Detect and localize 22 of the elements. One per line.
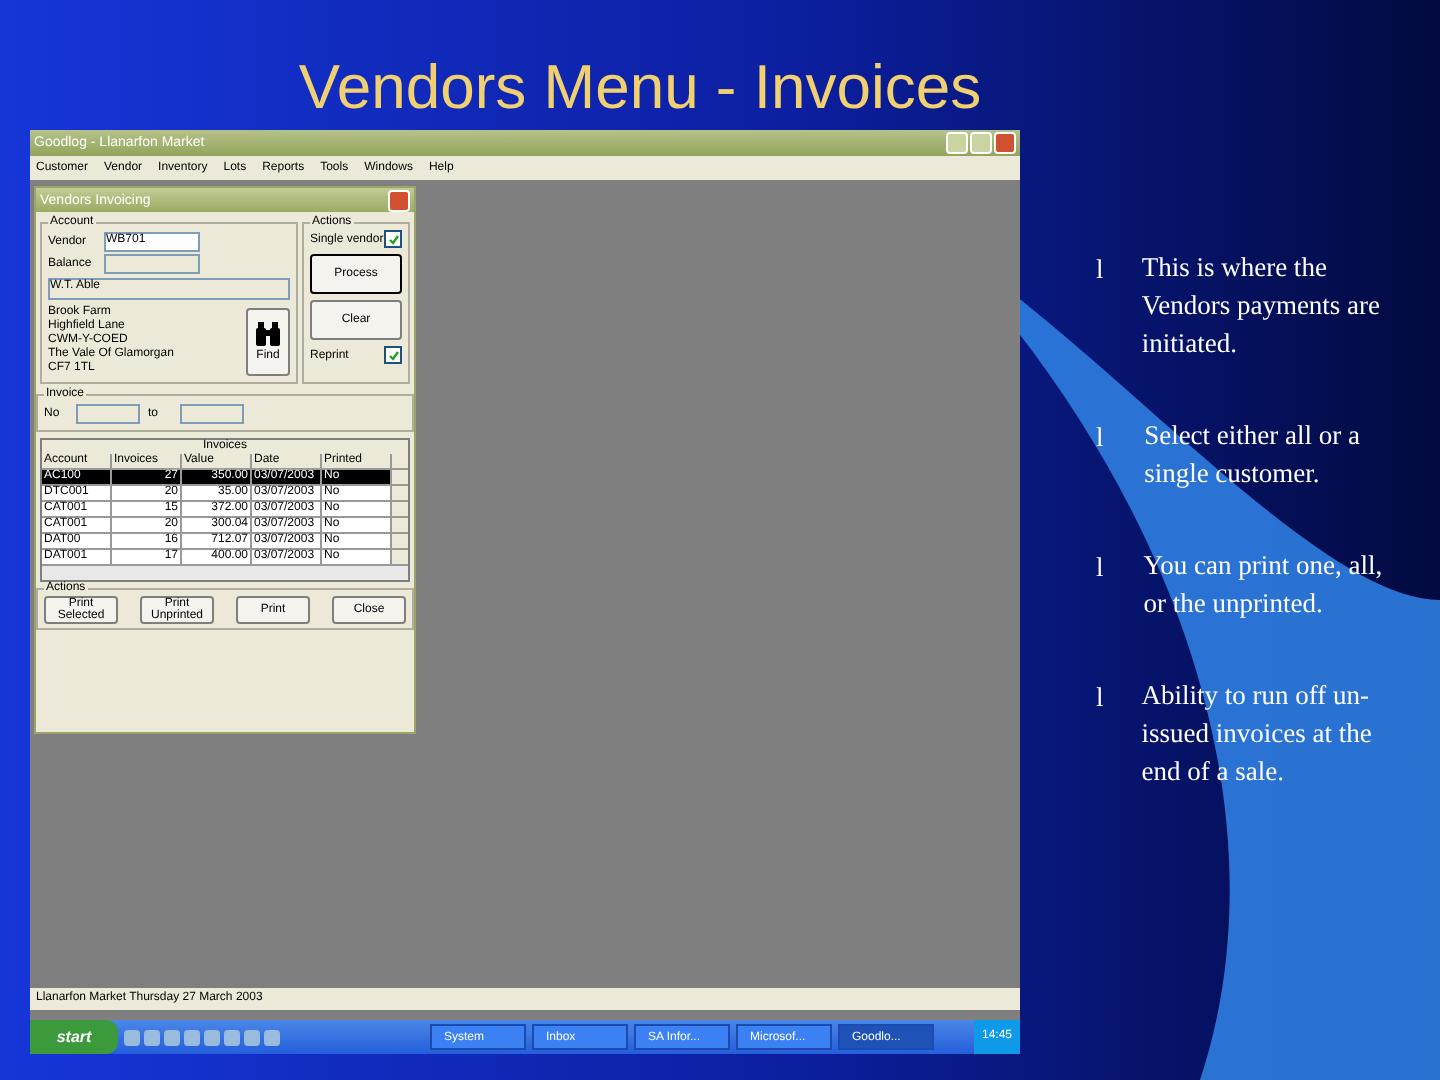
checkbox[interactable] <box>384 230 402 248</box>
bullet-text: You can print one, all, or the unprinted. <box>1143 548 1385 622</box>
invoice-from-field[interactable] <box>76 404 140 424</box>
bullet-marker: l <box>1096 552 1106 586</box>
binoculars-icon <box>254 321 282 345</box>
close-button[interactable] <box>388 189 410 211</box>
bullet-marker: l <box>1096 254 1104 288</box>
horizontal-scrollbar[interactable] <box>42 566 408 580</box>
checkbox[interactable] <box>384 346 402 364</box>
bullet-marker: l <box>1096 422 1106 456</box>
bullet-text: Ability to run off un-issued invoices at the end of a sale. <box>1141 678 1374 790</box>
checkmark-icon <box>387 349 399 361</box>
close-button[interactable] <box>994 132 1016 154</box>
slide-title: Vendors Menu - Invoices <box>296 50 984 126</box>
invoice-to-field[interactable] <box>180 404 244 424</box>
bullet-marker: l <box>1096 682 1104 716</box>
bullet-text: This is where the Vendors payments are initiated. <box>1141 250 1383 362</box>
start-button[interactable]: start <box>30 1020 118 1054</box>
balance-field[interactable] <box>104 254 200 274</box>
minimize-button[interactable] <box>946 132 968 154</box>
bullet-text: Select either all or a single customer. <box>1144 418 1363 492</box>
checkmark-icon <box>387 233 399 245</box>
